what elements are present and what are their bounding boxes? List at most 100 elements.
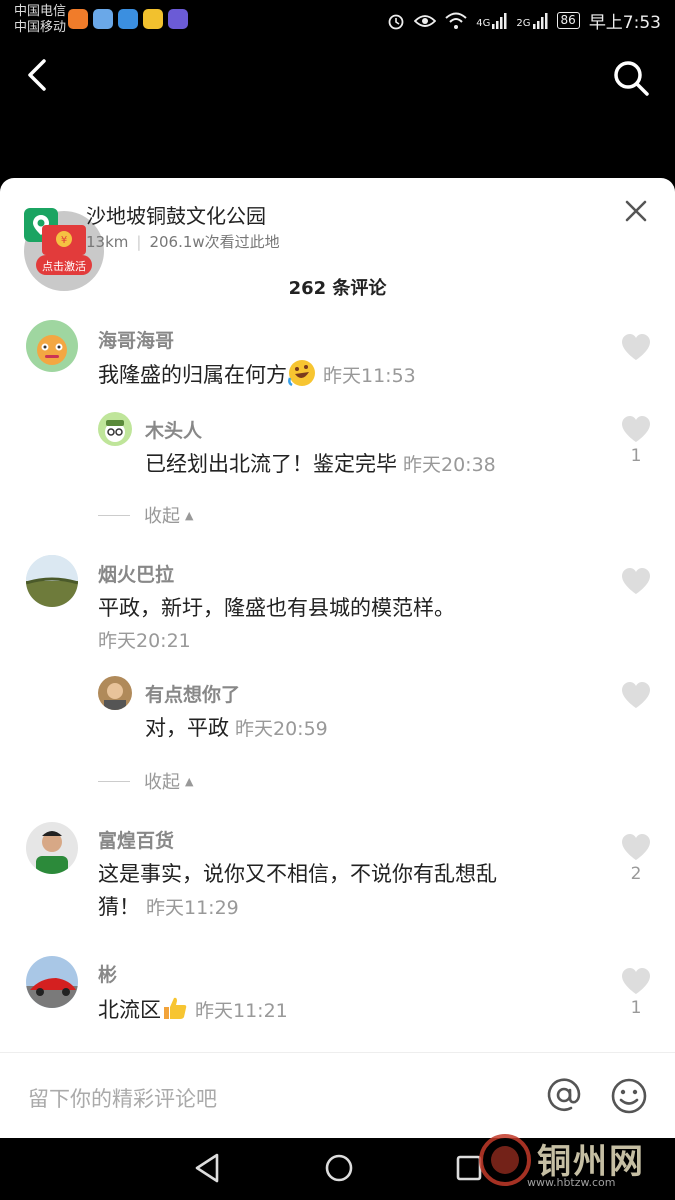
rofl-emoji-icon <box>288 360 315 387</box>
red-packet-label: 点击激活 <box>42 260 86 273</box>
red-packet[interactable]: ¥ 点击激活 <box>36 225 92 277</box>
heart-icon <box>622 416 650 442</box>
comment-time: 昨天11:29 <box>146 897 239 919</box>
carrier-1: 中国电信 <box>14 4 67 19</box>
comment-text: 平政，新圩，隆盛也有县城的模范样。 <box>98 592 455 625</box>
comment-author[interactable]: 海哥海哥 <box>98 326 174 353</box>
like-button[interactable] <box>620 680 652 710</box>
like-count: 2 <box>630 864 642 884</box>
comment-body-line-2: 猜！ <box>98 895 140 919</box>
comment-body-line-1: 这是事实，说你又不相信，不说你有乱想乱 <box>98 862 497 886</box>
location-title[interactable]: 沙地坡铜鼓文化公园 <box>86 200 266 229</box>
search-icon <box>614 61 649 96</box>
comment-body: 平政，新圩，隆盛也有县城的模范样。 <box>98 596 455 620</box>
comment-sheet: ¥ 点击激活 沙地坡铜鼓文化公园 13km | 206.1w次看过此地 262 条评… <box>0 178 675 1138</box>
like-button[interactable] <box>620 414 652 444</box>
signal-2-type: 2G <box>516 17 531 29</box>
mention-button[interactable] <box>546 1077 582 1113</box>
divider <box>98 780 130 782</box>
avatar[interactable] <box>98 676 132 710</box>
reply-text: 对，平政 昨天20:59 <box>145 712 328 746</box>
status-right: 4G 2G 86 早上7:53 <box>387 8 661 33</box>
like-button[interactable] <box>620 832 652 862</box>
site-watermark: 铜州网 www.hbtzw.com <box>465 1130 665 1194</box>
reply-text: 已经划出北流了！鉴定完毕 昨天20:38 <box>145 448 496 482</box>
avatar[interactable] <box>26 956 78 1008</box>
collapse-replies-button[interactable]: 收起 ▲ <box>98 502 193 528</box>
close-icon <box>625 200 647 222</box>
triangle-up-icon: ▲ <box>185 774 194 788</box>
triangle-back-icon <box>195 1153 219 1183</box>
comment-body: 我隆盛的归属在何方 <box>98 363 287 387</box>
comment-time: 昨天11:21 <box>195 1000 288 1022</box>
heart-icon <box>622 834 650 860</box>
signal-bars-icon <box>492 12 507 29</box>
comment-input[interactable]: 留下你的精彩评论吧 <box>28 1083 217 1113</box>
app-notification-icon <box>168 9 188 29</box>
signal-bars-icon <box>532 12 548 29</box>
location-header[interactable]: ¥ 点击激活 沙地坡铜鼓文化公园 13km | 206.1w次看过此地 <box>0 178 675 291</box>
avatar[interactable] <box>26 555 78 607</box>
comment-author[interactable]: 富煌百货 <box>98 826 174 853</box>
like-count: 1 <box>630 998 642 1018</box>
heart-icon <box>622 334 650 360</box>
carrier-2: 中国移动 <box>14 20 67 35</box>
comment-text: 这是事实，说你又不相信，不说你有乱想乱 猜！ 昨天11:29 <box>98 858 598 925</box>
comment-body: 北流区 <box>98 998 161 1022</box>
reply-author[interactable]: 木头人 <box>145 416 202 443</box>
screen: 中国电信 中国移动 4G 2G 86 早上7:53 ¥ 点击激活 沙地坡铜鼓文化… <box>0 0 675 1200</box>
emoji-button[interactable] <box>610 1077 648 1115</box>
comment-author[interactable]: 彬 <box>98 960 117 987</box>
app-notification-icon <box>68 9 88 29</box>
carrier-info: 中国电信 中国移动 <box>14 4 66 36</box>
svg-text:¥: ¥ <box>61 235 67 246</box>
reply-time: 昨天20:38 <box>403 454 496 476</box>
collapse-label: 收起 <box>144 772 180 793</box>
system-back-button[interactable] <box>193 1152 223 1188</box>
heart-icon <box>622 682 650 708</box>
smiley-icon <box>611 1078 647 1114</box>
comment-author[interactable]: 烟火巴拉 <box>98 560 174 587</box>
chevron-left-icon <box>28 59 46 91</box>
notification-icons <box>68 9 188 29</box>
avatar[interactable] <box>26 822 78 874</box>
battery-indicator: 86 <box>556 12 580 29</box>
triangle-up-icon: ▲ <box>185 508 194 522</box>
app-notification-icon <box>93 9 113 29</box>
location-distance: 13km <box>86 233 129 251</box>
location-views: 206.1w次看过此地 <box>149 233 280 251</box>
alarm-icon <box>388 14 404 29</box>
search-button[interactable] <box>611 58 651 98</box>
reply-time: 昨天20:59 <box>235 718 328 740</box>
back-button[interactable] <box>24 58 54 92</box>
wifi-icon <box>445 12 467 29</box>
app-notification-icon <box>143 9 163 29</box>
app-notification-icon <box>118 9 138 29</box>
divider <box>98 514 130 516</box>
avatar[interactable] <box>98 412 132 446</box>
divider: | <box>136 233 142 251</box>
watermark-url: www.hbtzw.com <box>527 1176 616 1189</box>
comment-time-row: 昨天20:21 <box>98 624 191 658</box>
location-meta: 13km | 206.1w次看过此地 <box>86 231 280 252</box>
like-button[interactable] <box>620 566 652 596</box>
like-button[interactable] <box>620 332 652 362</box>
comment-time: 昨天20:21 <box>98 630 191 652</box>
comment-text: 北流区 昨天11:21 <box>98 994 288 1028</box>
avatar[interactable] <box>26 320 78 372</box>
system-home-button[interactable] <box>323 1152 355 1188</box>
comment-input-bar: 留下你的精彩评论吧 <box>0 1052 675 1138</box>
reply-body: 已经划出北流了！鉴定完毕 <box>145 452 397 476</box>
like-count: 1 <box>630 446 642 466</box>
heart-icon <box>622 568 650 594</box>
close-button[interactable] <box>625 200 647 222</box>
comment-count: 262 条评论 <box>288 278 387 299</box>
at-sign-icon <box>547 1078 581 1111</box>
status-bar: 中国电信 中国移动 4G 2G 86 早上7:53 <box>0 0 675 40</box>
like-button[interactable] <box>620 966 652 996</box>
reply-author[interactable]: 有点想你了 <box>145 680 240 707</box>
comment-text: 我隆盛的归属在何方 昨天11:53 <box>98 358 416 393</box>
collapse-label: 收起 <box>144 506 180 527</box>
collapse-replies-button[interactable]: 收起 ▲ <box>98 768 193 794</box>
circle-home-icon <box>325 1154 353 1182</box>
